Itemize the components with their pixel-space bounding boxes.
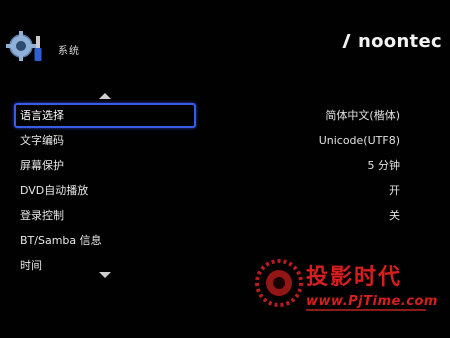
watermark-text: 投影时代 bbox=[306, 265, 403, 290]
menu-item-language[interactable]: 语言选择 bbox=[14, 103, 196, 128]
brand-mark-icon bbox=[342, 34, 359, 48]
menu-item-login-control[interactable]: 登录控制 bbox=[14, 203, 196, 228]
page-title: 系统 bbox=[58, 46, 80, 57]
menu-item-dvd-autoplay[interactable]: DVD自动播放 bbox=[14, 178, 196, 203]
scroll-down-icon[interactable] bbox=[99, 272, 111, 278]
menu-item-bt-samba-info[interactable]: BT/Samba 信息 bbox=[14, 228, 196, 253]
header: 系统 noontec bbox=[0, 0, 450, 70]
menu-item-text-encoding[interactable]: 文字编码 bbox=[14, 128, 196, 153]
brand-name: noontec bbox=[358, 31, 442, 52]
menu-item-screensaver[interactable]: 屏幕保护 bbox=[14, 153, 196, 178]
value-text-encoding: Unicode(UTF8) bbox=[318, 134, 400, 147]
settings-screen: 系统 noontec 语言选择 文字编码 屏幕保护 DVD自动播放 登录控制 B… bbox=[0, 0, 450, 338]
settings-icon bbox=[6, 31, 42, 61]
watermark-url: www.PjTime.com bbox=[306, 294, 438, 309]
value-screensaver: 5 分钟 bbox=[367, 159, 401, 172]
value-language: 简体中文(楷体) bbox=[325, 109, 400, 122]
watermark-underline bbox=[306, 309, 426, 311]
settings-menu: 语言选择 文字编码 屏幕保护 DVD自动播放 登录控制 BT/Samba 信息 … bbox=[14, 103, 196, 278]
brand-logo: noontec bbox=[342, 31, 442, 52]
watermark-logo-icon bbox=[255, 259, 303, 307]
settings-values: 简体中文(楷体) Unicode(UTF8) 5 分钟 开 关 bbox=[230, 103, 400, 228]
value-dvd-autoplay: 开 bbox=[389, 184, 400, 197]
value-login-control: 关 bbox=[389, 209, 400, 222]
scroll-up-icon[interactable] bbox=[99, 93, 111, 99]
